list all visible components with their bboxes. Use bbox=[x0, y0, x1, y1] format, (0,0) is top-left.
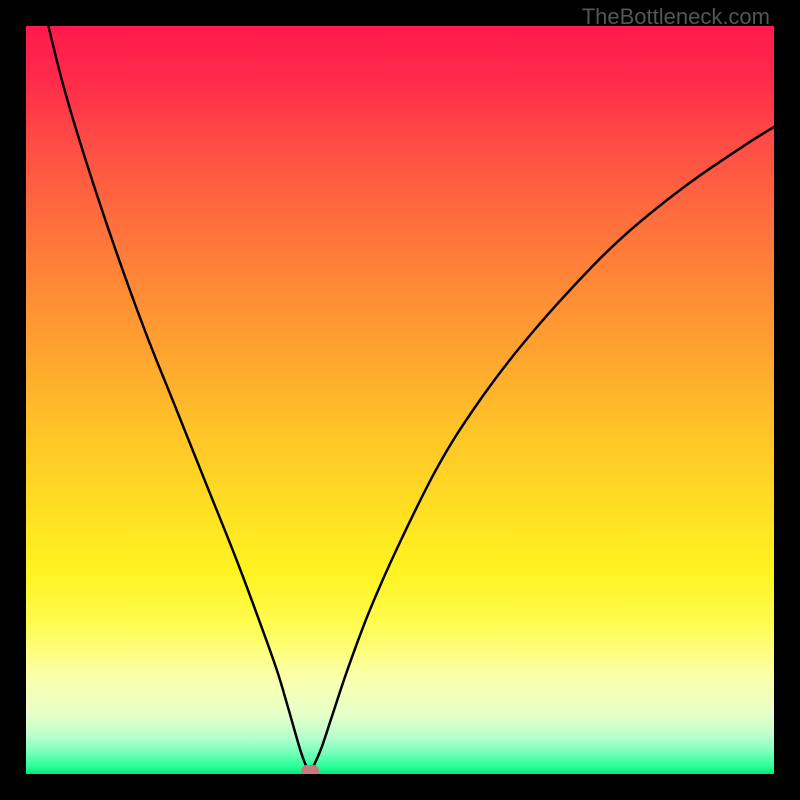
chart-container: TheBottleneck.com bbox=[0, 0, 800, 800]
watermark-text: TheBottleneck.com bbox=[582, 4, 770, 30]
plot-area bbox=[26, 26, 774, 774]
bottleneck-curve bbox=[26, 26, 774, 774]
optimal-point-marker bbox=[301, 765, 319, 774]
